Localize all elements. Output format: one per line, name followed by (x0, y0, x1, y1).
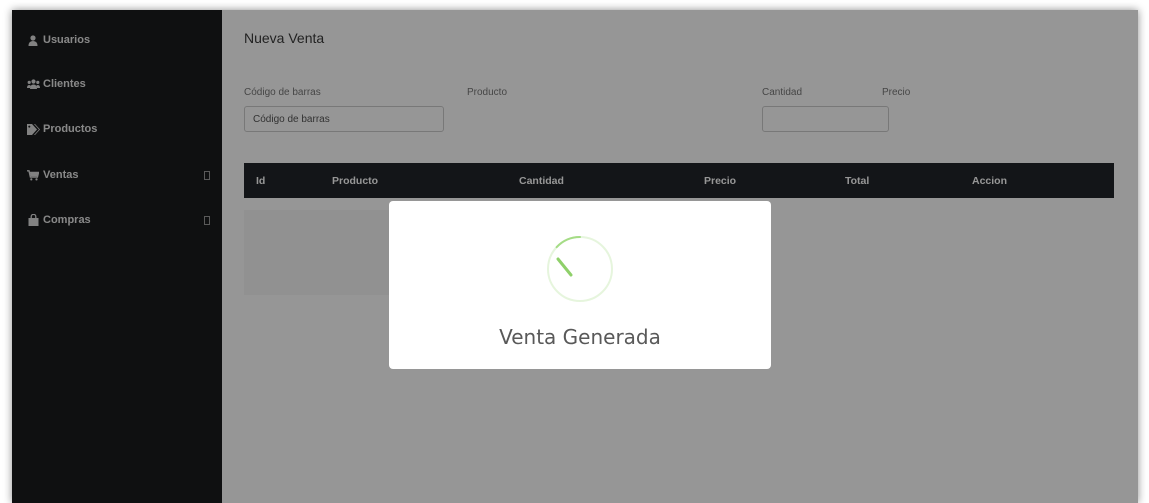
success-spinner-icon (547, 236, 613, 302)
app-window: Usuarios Clientes Productos Ventas Compr… (12, 10, 1138, 503)
dialog-title: Venta Generada (499, 325, 661, 349)
success-dialog: Venta Generada (389, 201, 771, 369)
